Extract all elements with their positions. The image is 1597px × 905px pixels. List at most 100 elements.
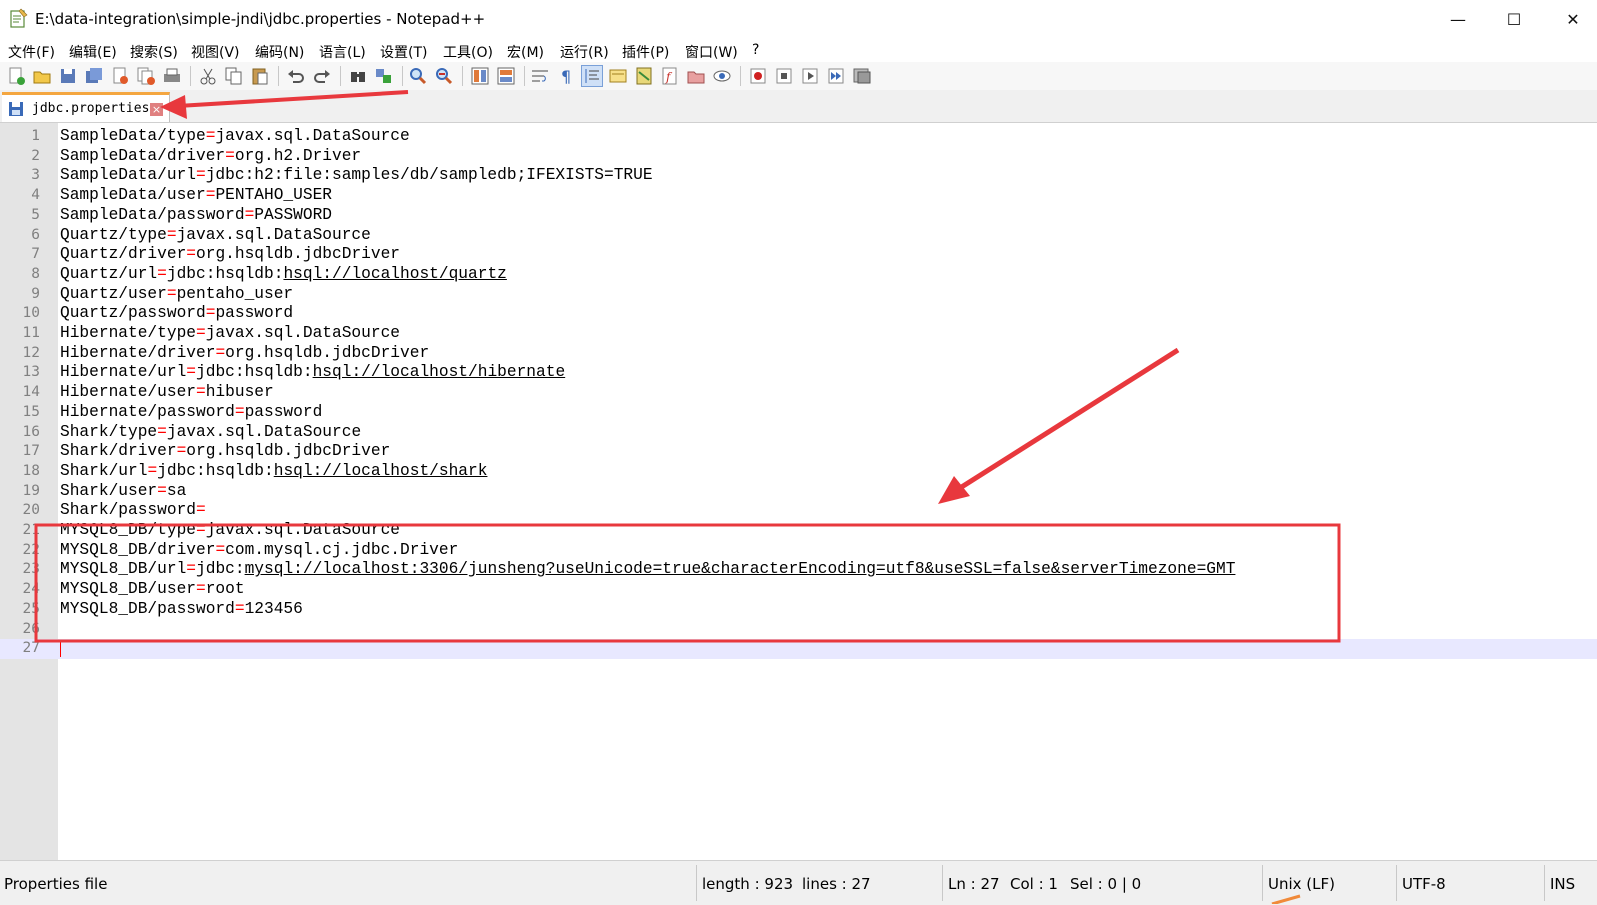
url-link[interactable]: hsql://localhost/shark [274,462,488,480]
code-line[interactable]: 8 Quartz/url=jdbc:hsqldb:hsql://localhost… [0,265,1597,285]
code-line[interactable]: 10 Quartz/password=password [0,304,1597,324]
line-text: SampleData/driver=org.h2.Driver [60,147,361,167]
save-all-icon[interactable] [84,66,104,86]
code-line[interactable]: 9 Quartz/user=pentaho_user [0,285,1597,305]
zoom-out-icon[interactable] [434,66,454,86]
code-line[interactable]: 7 Quartz/driver=org.hsqldb.jdbcDriver [0,245,1597,265]
new-file-icon[interactable] [6,66,26,86]
line-number: 12 [22,344,40,361]
equals-operator: = [196,383,206,402]
property-value: PASSWORD [254,205,333,224]
zoom-in-icon[interactable] [408,66,428,86]
user-lang-icon[interactable] [608,66,628,86]
code-line[interactable]: 4 SampleData/user=PENTAHO_USER [0,186,1597,206]
word-wrap-icon[interactable] [530,66,550,86]
close-all-icon[interactable] [136,66,156,86]
editor-area[interactable]: 1 SampleData/type=javax.sql.DataSource 2 Sa… [0,123,1597,860]
code-line[interactable]: 22 MYSQL8_DB/driver=com.mysql.cj.jdbc.Dri… [0,541,1597,561]
print-icon[interactable] [162,66,182,86]
code-line[interactable]: 2 SampleData/driver=org.h2.Driver [0,147,1597,167]
find-icon[interactable] [348,66,368,86]
code-line[interactable]: 6 Quartz/type=javax.sql.DataSource [0,226,1597,246]
code-line[interactable]: 26 [0,620,1597,640]
code-line[interactable]: 11 Hibernate/type=javax.sql.DataSource [0,324,1597,344]
tab-jdbc-properties[interactable]: jdbc.properties × [2,92,170,122]
line-number: 22 [22,541,40,558]
code-line[interactable]: 23 MYSQL8_DB/url=jdbc:mysql://localhost:3… [0,560,1597,580]
menu-view[interactable]: 视图(V) [191,42,240,62]
function-list-icon[interactable]: f [660,66,680,86]
property-value: org.hsqldb.jdbcDriver [225,343,430,362]
close-icon[interactable] [110,66,130,86]
copy-icon[interactable] [224,66,244,86]
menu-search[interactable]: 搜索(S) [130,42,178,62]
save-icon[interactable] [58,66,78,86]
code-line[interactable]: 24 MYSQL8_DB/user=root [0,580,1597,600]
menu-edit[interactable]: 编辑(E) [69,42,117,62]
paste-icon[interactable] [250,66,270,86]
stop-macro-icon[interactable] [774,66,794,86]
run-macro-multiple-icon[interactable] [826,66,846,86]
play-macro-icon[interactable] [800,66,820,86]
code-line[interactable]: 17 Shark/driver=org.hsqldb.jdbcDriver [0,442,1597,462]
equals-operator: = [196,324,206,342]
cut-icon[interactable] [198,66,218,86]
line-text: SampleData/type=javax.sql.DataSource [60,127,410,147]
line-text: MYSQL8_DB/url=jdbc:mysql://localhost:330… [60,560,1235,580]
code-line[interactable]: 5 SampleData/password=PASSWORD [0,206,1597,226]
replace-icon[interactable] [374,66,394,86]
indent-guide-icon[interactable] [581,65,603,87]
property-key: MYSQL8_DB/type [60,521,196,539]
record-macro-icon[interactable] [748,66,768,86]
code-line[interactable]: 18 Shark/url=jdbc:hsqldb:hsql://localhost… [0,462,1597,482]
url-link[interactable]: hsql://localhost/hibernate [313,363,566,381]
doc-map-icon[interactable] [634,66,654,86]
menu-window[interactable]: 窗口(W) [685,42,738,62]
line-number: 10 [22,305,40,322]
code-line[interactable]: 19 Shark/user=sa [0,482,1597,502]
line-number: 21 [22,522,40,538]
code-line[interactable]: 13 Hibernate/url=jdbc:hsqldb:hsql://local… [0,363,1597,383]
maximize-button[interactable]: ☐ [1486,0,1542,38]
code-line[interactable]: 14 Hibernate/user=hibuser [0,383,1597,403]
code-line[interactable]: 27 [0,639,1597,659]
menu-help[interactable]: ? [752,42,759,58]
show-all-chars-icon[interactable]: ¶ [556,66,576,86]
code-line[interactable]: 15 Hibernate/password=password [0,403,1597,423]
close-window-button[interactable]: ✕ [1545,0,1597,38]
property-key: Quartz/driver [60,245,187,264]
code-line[interactable]: 16 Shark/type=javax.sql.DataSource [0,423,1597,443]
menu-run[interactable]: 运行(R) [560,42,609,62]
code-line[interactable]: 12 Hibernate/driver=org.hsqldb.jdbcDriver [0,344,1597,364]
menu-macro[interactable]: 宏(M) [507,42,544,62]
minimize-button[interactable]: — [1430,0,1486,38]
undo-icon[interactable] [286,66,306,86]
code-line[interactable]: 20 Shark/password= [0,501,1597,521]
monitor-icon[interactable] [712,66,732,86]
tab-bar: jdbc.properties × [0,90,1597,123]
url-link[interactable]: hsql://localhost/quartz [283,265,506,283]
code-line[interactable]: 21 MYSQL8_DB/type=javax.sql.DataSource [0,521,1597,541]
status-eol: Unix (LF) [1268,875,1335,893]
code-line[interactable]: 1 SampleData/type=javax.sql.DataSource [0,127,1597,147]
folder-workspace-icon[interactable] [686,66,706,86]
open-icon[interactable] [32,66,52,86]
code-line[interactable]: 25 MYSQL8_DB/password=123456 [0,600,1597,620]
save-macro-icon[interactable] [852,66,872,86]
url-link[interactable]: mysql://localhost:3306/junsheng?useUnico… [245,560,1236,578]
equals-operator: = [205,186,216,205]
menu-encoding[interactable]: 编码(N) [255,42,304,62]
line-number: 9 [31,285,40,302]
menu-settings[interactable]: 设置(T) [380,42,427,62]
menu-language[interactable]: 语言(L) [319,42,366,62]
tab-close-icon[interactable]: × [150,103,163,116]
line-number: 5 [31,206,40,223]
redo-icon[interactable] [312,66,332,86]
menu-tools[interactable]: 工具(O) [443,42,493,62]
menu-file[interactable]: 文件(F) [8,42,55,62]
code-line[interactable]: 3 SampleData/url=jdbc:h2:file:samples/db/… [0,166,1597,186]
status-length: length : 923 [702,875,794,893]
menu-plugins[interactable]: 插件(P) [622,42,669,62]
sync-v-icon[interactable] [470,66,490,86]
sync-h-icon[interactable] [496,66,516,86]
